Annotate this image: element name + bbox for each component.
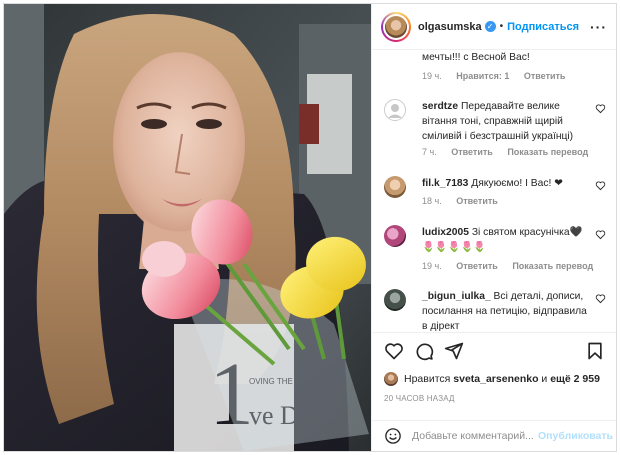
share-icon[interactable] [444,341,464,361]
comment-username[interactable]: fil.k_7183 [422,178,468,189]
comment-text: ludix2005 Зі святом красунічка🖤 🌷🌷🌷🌷🌷 [422,225,592,255]
comment-icon[interactable] [414,341,434,361]
post-sidebar: olgasumska ✓ • Подписаться ··· мечты!!! … [371,4,616,451]
comment-meta: 18 ч. Ответить [422,196,510,206]
heart-icon[interactable] [595,229,606,240]
liker-username[interactable]: sveta_arsenenko [453,373,538,385]
reply-button[interactable]: Ответить [451,147,493,157]
comment-meta: 7 ч. Ответить Показать перевод [422,147,600,157]
post-timestamp[interactable]: 20 ЧАСОВ НАЗАД [384,394,455,403]
comment-time: 18 ч. [422,196,442,206]
photo-illustration: 1 OVING THE ve D [4,4,371,451]
comment-text: мечты!!! с Весной Вас! [422,51,592,65]
comment-avatar[interactable] [384,99,406,121]
comment-text: serdtze Передавайте велике вітання тоні,… [422,99,592,144]
header-separator: • [499,21,504,32]
comment-username[interactable]: ludix2005 [422,227,469,238]
emoji-icon[interactable] [384,427,402,445]
default-avatar-icon [388,104,402,118]
post-actions [372,332,616,368]
comment-username[interactable]: serdtze [422,101,458,112]
comment-body: Дякуюємо! I Вас! ❤ [471,178,563,189]
comment-meta: 19 ч. Ответить Показать перевод [422,261,605,271]
heart-icon[interactable] [595,180,606,191]
comment-avatar[interactable] [384,176,406,198]
heart-icon[interactable] [595,103,606,114]
more-icon[interactable]: ··· [590,19,607,35]
author-username[interactable]: olgasumska [418,21,482,33]
reply-button[interactable]: Ответить [456,261,498,271]
translate-button[interactable]: Показать перевод [512,261,593,271]
comment-likes[interactable]: Нравится: 1 [456,71,509,81]
heart-icon[interactable] [384,341,404,361]
reply-button[interactable]: Ответить [456,196,498,206]
comment-body: мечты!!! с Весной Вас! [422,52,530,63]
liker-avatar[interactable] [384,372,398,386]
likes-prefix: Нравится [404,373,451,385]
post-container: 1 OVING THE ve D olgasumska ✓ • Подписат… [3,3,617,452]
comment-time: 19 ч. [422,261,442,271]
likes-count[interactable]: ещё 2 959 [550,373,600,385]
likes-and: и [541,373,548,385]
comment-input[interactable] [412,430,536,442]
comment-time: 7 ч. [422,147,437,157]
publish-button[interactable]: Опубликовать [538,430,613,442]
comment-text: _bigun_iulka_ Всі деталі, дописи, посила… [422,289,592,331]
comment-username[interactable]: _bigun_iulka_ [422,291,491,302]
comments-list[interactable]: мечты!!! с Весной Вас! 19 ч. Нравится: 1… [372,51,616,331]
bookmark-icon[interactable] [585,341,605,361]
heart-icon[interactable] [595,293,606,304]
likes-summary: Нравится sveta_arsenenko и ещё 2 959 [384,372,600,386]
post-photo[interactable]: 1 OVING THE ve D [4,4,371,451]
comment-meta: 19 ч. Нравится: 1 Ответить [422,71,577,81]
comment-text: fil.k_7183 Дякуюємо! I Вас! ❤ [422,176,592,191]
add-comment-row: Опубликовать [372,420,616,451]
comment-avatar[interactable] [384,225,406,247]
comment-time: 19 ч. [422,71,442,81]
translate-button[interactable]: Показать перевод [507,147,588,157]
comment-avatar[interactable] [384,289,406,311]
verified-icon: ✓ [484,21,496,32]
post-header: olgasumska ✓ • Подписаться ··· [372,4,616,50]
author-avatar[interactable] [381,11,411,42]
follow-button[interactable]: Подписаться [507,21,579,33]
reply-button[interactable]: Ответить [524,71,566,81]
